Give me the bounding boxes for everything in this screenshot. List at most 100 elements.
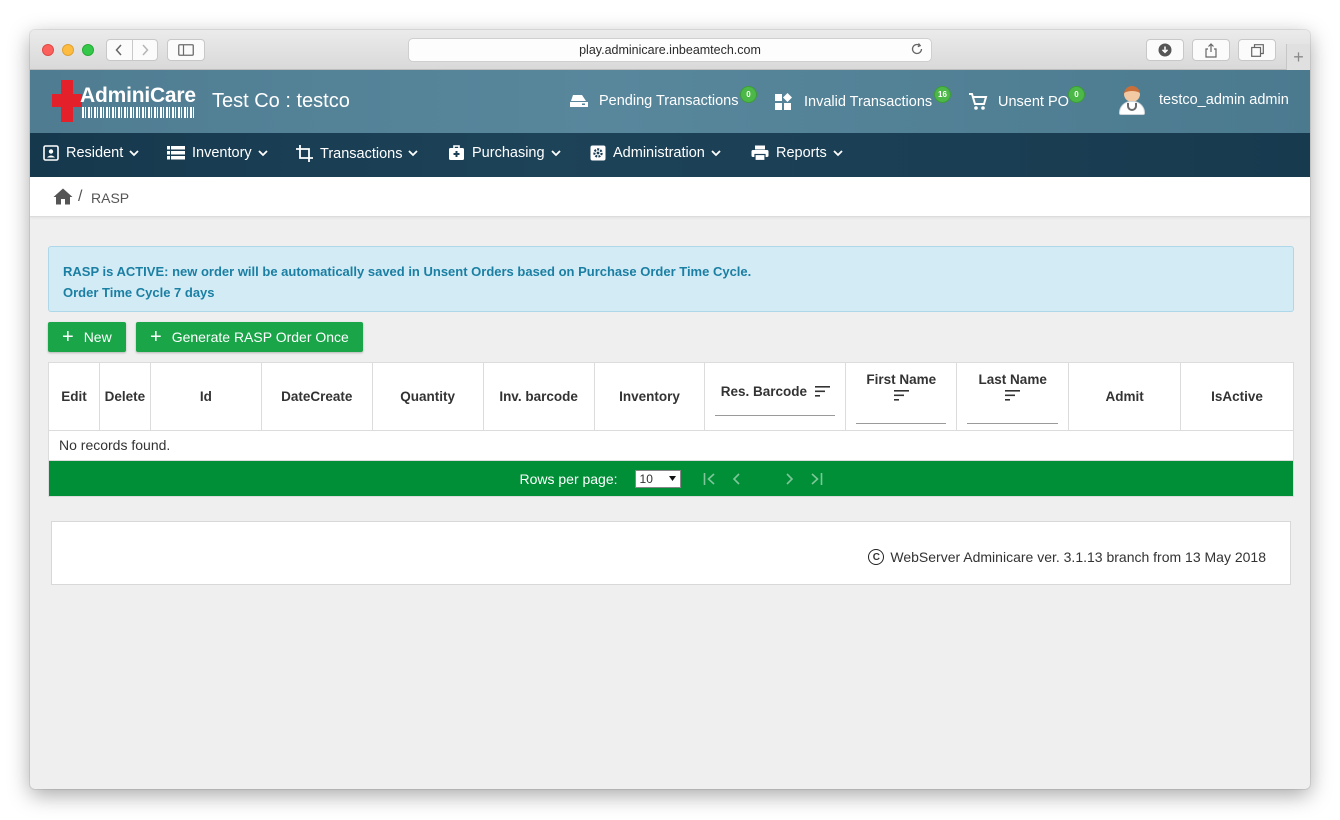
downloads-button[interactable] (1146, 39, 1184, 61)
col-edit: Edit (49, 363, 100, 430)
menu-administration[interactable]: Administration (590, 145, 721, 161)
invalid-transactions-label: Invalid Transactions (804, 94, 933, 110)
url-text: play.adminicare.inbeamtech.com (579, 43, 761, 57)
logo-cross-bar (52, 94, 82, 107)
browser-toolbar: play.adminicare.inbeamtech.com + (30, 30, 1310, 70)
unsent-count-badge: 0 (1068, 86, 1085, 103)
chevron-down-icon (129, 149, 139, 156)
first-page-icon[interactable] (703, 472, 717, 485)
first-name-filter-input[interactable] (856, 423, 947, 424)
col-admit[interactable]: Admit (1069, 363, 1182, 430)
close-window-button[interactable] (42, 44, 54, 56)
menu-reports[interactable]: Reports (751, 145, 843, 161)
minimize-window-button[interactable] (62, 44, 74, 56)
last-name-filter-input[interactable] (967, 423, 1059, 424)
address-bar[interactable]: play.adminicare.inbeamtech.com (408, 38, 932, 62)
adminicare-logo[interactable]: AdminiCare (52, 80, 196, 122)
pending-count-badge: 0 (740, 86, 757, 103)
dropdown-arrow-icon (668, 476, 676, 481)
col-isactive[interactable]: IsActive (1181, 363, 1293, 430)
footer-version: C WebServer Adminicare ver. 3.1.13 branc… (868, 549, 1266, 565)
col-delete: Delete (100, 363, 151, 430)
generate-rasp-order-button[interactable]: + Generate RASP Order Once (136, 322, 363, 352)
rows-per-page-select[interactable]: 10 (634, 469, 681, 488)
home-icon[interactable] (53, 188, 73, 205)
share-button[interactable] (1192, 39, 1230, 61)
copyright-icon: C (868, 549, 885, 565)
col-inv-barcode[interactable]: Inv. barcode (484, 363, 595, 430)
breadcrumb: / RASP (30, 177, 1310, 217)
account-box-icon (43, 145, 59, 161)
col-res-barcode[interactable]: Res. Barcode (705, 363, 847, 430)
last-page-icon[interactable] (809, 472, 823, 485)
app-header: AdminiCare Test Co : testco Pending Tran… (30, 70, 1310, 133)
tabs-overview-button[interactable] (1238, 39, 1276, 61)
chevron-down-icon (711, 149, 721, 156)
sort-icon[interactable] (1005, 390, 1021, 401)
user-name: testco_admin admin (1159, 92, 1289, 108)
pending-transactions-label: Pending Transactions (599, 93, 739, 109)
chevron-left-icon (115, 44, 123, 56)
col-last-name[interactable]: Last Name (957, 363, 1070, 430)
col-id[interactable]: Id (151, 363, 262, 430)
breadcrumb-separator: / (78, 188, 83, 205)
widgets-icon (775, 93, 792, 110)
chevron-down-icon (833, 149, 843, 156)
footer-version-text: WebServer Adminicare ver. 3.1.13 branch … (890, 549, 1266, 565)
new-tab-button[interactable]: + (1286, 44, 1310, 70)
chevron-down-icon (550, 149, 561, 156)
rasp-status-alert: RASP is ACTIVE: new order will be automa… (48, 246, 1294, 312)
share-icon (1205, 42, 1217, 58)
chevron-down-icon (408, 150, 419, 157)
invalid-transactions-link[interactable]: Invalid Transactions 16 (774, 86, 951, 111)
next-page-icon[interactable] (785, 472, 795, 485)
col-first-name[interactable]: First Name (846, 363, 958, 430)
alert-line-1: RASP is ACTIVE: new order will be automa… (63, 264, 752, 279)
pending-transactions-link[interactable]: Pending Transactions 0 (569, 86, 757, 109)
tray-icon (570, 95, 588, 107)
company-name: Test Co : testco (212, 90, 350, 112)
menu-purchasing[interactable]: Purchasing (448, 145, 561, 161)
menu-inventory-label: Inventory (192, 145, 252, 161)
medical-bag-icon (449, 145, 464, 160)
plus-icon: + (150, 326, 162, 348)
menu-inventory[interactable]: Inventory (167, 145, 268, 161)
prev-page-icon[interactable] (731, 472, 741, 485)
sort-icon[interactable] (815, 386, 831, 397)
sidebar-icon (178, 44, 194, 56)
zoom-window-button[interactable] (82, 44, 94, 56)
menu-purchasing-label: Purchasing (472, 145, 545, 161)
rasp-table: Edit Delete Id DateCreate Quantity Inv. … (48, 362, 1294, 497)
new-button[interactable]: + New (48, 322, 126, 352)
col-inventory[interactable]: Inventory (595, 363, 706, 430)
tabs-icon (1250, 43, 1264, 57)
footer: C WebServer Adminicare ver. 3.1.13 branc… (51, 521, 1291, 585)
menu-resident[interactable]: Resident (43, 145, 139, 161)
col-quantity[interactable]: Quantity (373, 363, 484, 430)
unsent-po-link[interactable]: Unsent PO 0 (968, 86, 1085, 111)
list-icon (167, 146, 185, 160)
sidebar-toggle-button[interactable] (167, 39, 205, 61)
forward-button[interactable] (131, 40, 157, 60)
back-button[interactable] (107, 40, 132, 60)
plus-icon: + (62, 326, 74, 348)
new-button-label: New (83, 329, 112, 345)
menu-administration-label: Administration (613, 145, 705, 161)
menu-transactions[interactable]: Transactions (296, 145, 419, 162)
printer-icon (751, 145, 769, 161)
reload-icon[interactable] (910, 42, 924, 56)
download-icon (1158, 43, 1172, 57)
menu-transactions-label: Transactions (320, 145, 403, 162)
cart-icon (969, 93, 988, 110)
res-barcode-filter-input[interactable] (715, 415, 836, 416)
col-datecreate[interactable]: DateCreate (262, 363, 373, 430)
rows-per-page-label: Rows per page: (519, 470, 618, 487)
user-menu[interactable]: testco_admin admin (1118, 84, 1289, 116)
sort-icon[interactable] (893, 390, 909, 401)
alert-line-2: Order Time Cycle 7 days (63, 285, 215, 300)
unsent-po-label: Unsent PO (998, 94, 1069, 110)
page-navigation (703, 472, 823, 485)
menu-reports-label: Reports (776, 145, 827, 161)
doctor-avatar-icon (1118, 84, 1146, 116)
chevron-right-icon (142, 44, 149, 56)
